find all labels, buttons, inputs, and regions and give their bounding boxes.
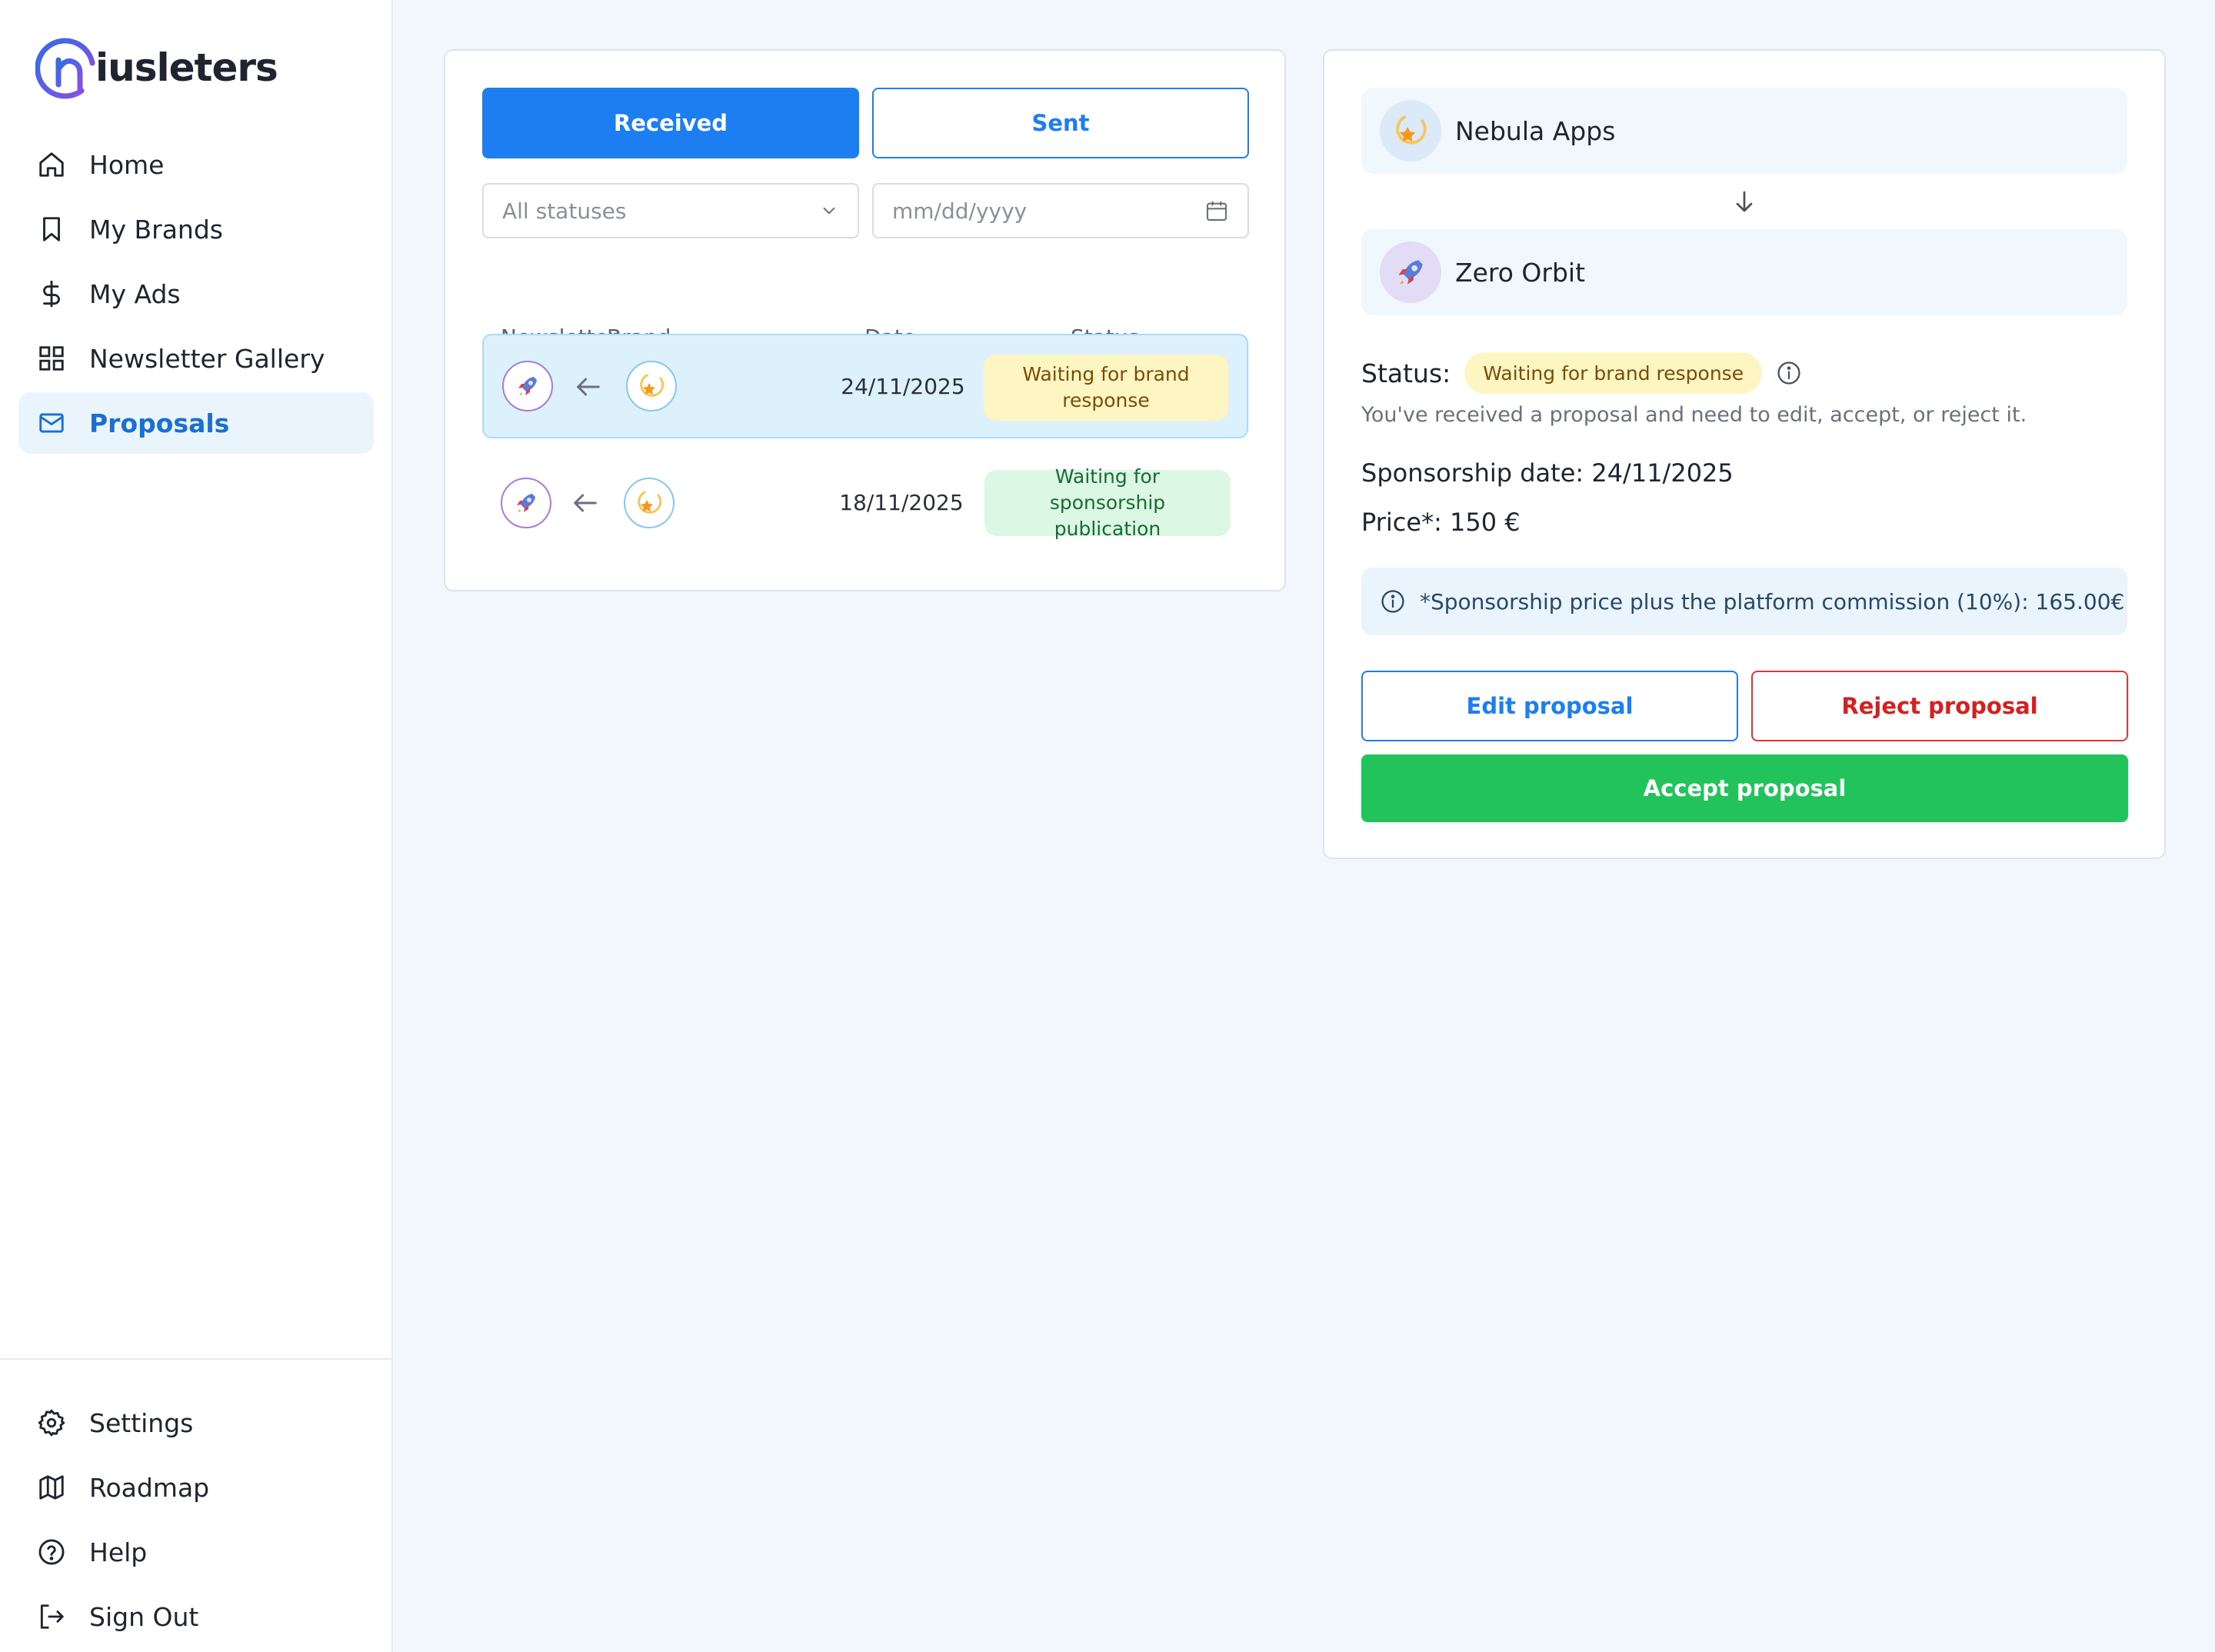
sidebar-bottom-nav: Settings Roadmap Help Sign Out: [0, 1358, 391, 1650]
sidebar-item-label: Sign Out: [89, 1601, 199, 1632]
price: Price*: 150 €: [1361, 508, 1521, 537]
tab-received[interactable]: Received: [482, 88, 859, 158]
accept-proposal-button[interactable]: Accept proposal: [1361, 754, 2128, 822]
edit-proposal-button[interactable]: Edit proposal: [1361, 671, 1738, 741]
sidebar: iusleters Home My Brands My Ads Newslett…: [0, 0, 393, 1652]
sign-out-icon: [40, 1604, 64, 1629]
from-party-name: Nebula Apps: [1455, 115, 1616, 146]
calendar-icon[interactable]: [1204, 198, 1229, 223]
proposals-list-card: Received Sent All statuses mm/dd/yyyy Ne…: [444, 49, 1286, 591]
sidebar-item-label: Settings: [89, 1407, 194, 1438]
status-badge-line-1: Waiting for brand: [1022, 363, 1190, 385]
sponsorship-date: Sponsorship date: 24/11/2025: [1361, 458, 1734, 488]
from-avatar: [1380, 100, 1441, 162]
sidebar-item-home[interactable]: Home: [18, 134, 374, 195]
info-icon[interactable]: [1776, 360, 1802, 386]
arrow-left-icon: [577, 378, 600, 396]
grid-icon: [39, 346, 64, 371]
sidebar-item-my-brands[interactable]: My Brands: [18, 198, 374, 260]
arrow-left-icon: [574, 494, 597, 512]
newsletter-avatar: [502, 361, 553, 411]
status-row: Status: Waiting for brand response: [1361, 352, 1802, 394]
commission-note-text: *Sponsorship price plus the platform com…: [1420, 588, 2125, 615]
star-logo-icon: [638, 491, 662, 514]
status-help-text: You've received a proposal and need to e…: [1361, 403, 2027, 427]
from-party: Nebula Apps: [1361, 88, 2127, 174]
mail-icon: [39, 413, 64, 433]
rocket-icon: [518, 377, 537, 395]
status-badge: Waiting for sponsorship publication: [984, 465, 1231, 540]
brand-avatar: [626, 361, 677, 411]
sidebar-item-label: Home: [89, 149, 165, 180]
sidebar-item-sign-out[interactable]: Sign Out: [18, 1586, 373, 1647]
status-badge-line-2: response: [1062, 389, 1150, 411]
dollar-icon: [43, 280, 60, 308]
rocket-icon: [517, 494, 535, 512]
sidebar-item-label: Help: [89, 1537, 148, 1567]
to-party: Zero Orbit: [1361, 229, 2127, 315]
sidebar-item-settings[interactable]: Settings: [18, 1392, 373, 1454]
sidebar-item-help[interactable]: Help: [18, 1521, 373, 1583]
status-filter-value: All statuses: [502, 198, 627, 224]
sidebar-item-label: Roadmap: [89, 1472, 210, 1503]
date-filter-placeholder: mm/dd/yyyy: [892, 198, 1028, 224]
sidebar-item-newsletter-gallery[interactable]: Newsletter Gallery: [18, 328, 374, 389]
map-icon: [39, 1475, 64, 1500]
commission-note: *Sponsorship price plus the platform com…: [1361, 568, 2127, 635]
bookmark-icon: [43, 217, 60, 241]
brand-avatar: [624, 478, 674, 528]
star-logo-icon: [1396, 115, 1427, 145]
tab-sent[interactable]: Sent: [872, 88, 1249, 158]
status-filter-select[interactable]: All statuses: [482, 183, 859, 238]
to-party-name: Zero Orbit: [1455, 257, 1586, 288]
sidebar-item-label: Proposals: [89, 408, 230, 438]
logo-mark-icon: [35, 38, 95, 99]
date-filter-input[interactable]: mm/dd/yyyy: [872, 183, 1249, 238]
status-badge-line-1: Waiting for sponsorship: [1049, 465, 1166, 514]
newsletter-avatar: [501, 478, 551, 528]
logo-text: iusleters: [95, 45, 278, 90]
proposal-detail-card: Nebula Apps Zero Orbit Status: Waiting f…: [1323, 49, 2166, 859]
status-badge-line-2: publication: [1054, 518, 1161, 540]
star-logo-icon: [640, 374, 664, 397]
help-circle-icon: [38, 1539, 65, 1565]
table-row[interactable]: 24/11/2025 Waiting for brand response: [482, 334, 1248, 438]
sidebar-item-label: My Ads: [89, 278, 181, 309]
to-avatar: [1380, 241, 1441, 303]
gear-icon: [38, 1409, 65, 1437]
chevron-down-icon: [823, 207, 835, 215]
sidebar-item-proposals[interactable]: Proposals: [18, 392, 374, 454]
sidebar-item-roadmap[interactable]: Roadmap: [18, 1457, 373, 1518]
main-nav: Home My Brands My Ads Newsletter Gallery…: [18, 134, 374, 457]
info-icon: [1381, 590, 1404, 613]
reject-proposal-button[interactable]: Reject proposal: [1751, 671, 2128, 741]
status-badge: Waiting for brand response: [984, 355, 1228, 421]
sidebar-item-label: My Brands: [89, 214, 223, 245]
home-icon: [39, 152, 64, 177]
table-row[interactable]: 18/11/2025 Waiting for sponsorship publi…: [482, 451, 1248, 555]
status-badge: Waiting for brand response: [1464, 352, 1763, 394]
sidebar-item-label: Newsletter Gallery: [89, 343, 325, 374]
status-label: Status:: [1361, 358, 1451, 388]
sidebar-item-my-ads[interactable]: My Ads: [18, 263, 374, 325]
app-logo[interactable]: iusleters: [35, 35, 278, 100]
rocket-icon: [1398, 260, 1423, 285]
arrow-down-icon: [1736, 191, 1753, 212]
